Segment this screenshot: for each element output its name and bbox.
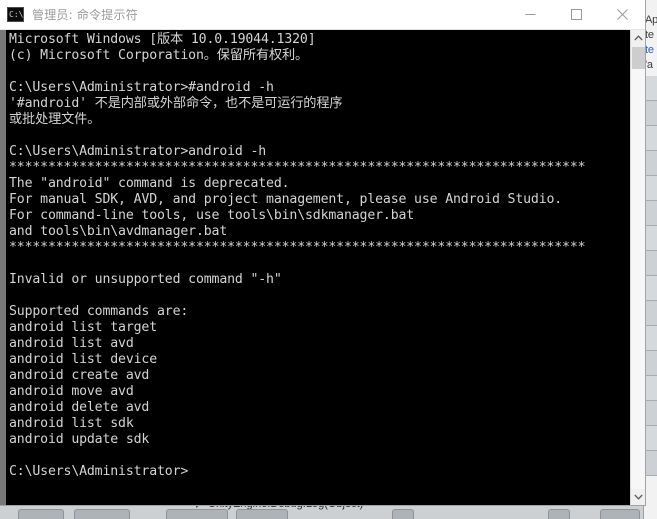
console-text: Microsoft Windows [版本 10.0.19044.1320] (… (9, 32, 586, 479)
background-chip (236, 509, 288, 519)
background-text-fragment: te (645, 29, 654, 41)
background-chip (74, 509, 130, 519)
scrollbar-track[interactable] (631, 69, 645, 489)
console-scrollbar[interactable] (630, 30, 645, 505)
background-chip (18, 509, 64, 519)
command-prompt-window: 管理员: 命令提示符 (0, 0, 645, 505)
background-text-fragment: 'a (645, 59, 653, 71)
maximize-button[interactable] (553, 0, 599, 30)
background-chip (166, 509, 228, 519)
window-controls (507, 0, 645, 30)
cmd-icon (7, 7, 24, 22)
background-chip (600, 509, 640, 519)
chevron-down-icon[interactable] (631, 489, 645, 505)
background-chip (392, 509, 414, 519)
background-text-fragment: te (645, 44, 654, 56)
title-bar[interactable]: 管理员: 命令提示符 (0, 0, 645, 30)
console-frame: Microsoft Windows [版本 10.0.19044.1320] (… (0, 30, 645, 505)
screen-root: Ap te te 'a UnityEngine.Debug:Log(Object… (0, 0, 657, 519)
console-output-area[interactable]: Microsoft Windows [版本 10.0.19044.1320] (… (6, 30, 630, 505)
background-list-rows (644, 76, 657, 476)
background-chip (548, 509, 570, 519)
minimize-button[interactable] (507, 0, 553, 30)
window-title: 管理员: 命令提示符 (32, 8, 138, 22)
scrollbar-thumb[interactable] (632, 47, 645, 69)
chevron-up-icon[interactable] (631, 30, 645, 46)
close-button[interactable] (599, 0, 645, 30)
background-text-fragment: Ap (645, 14, 657, 26)
